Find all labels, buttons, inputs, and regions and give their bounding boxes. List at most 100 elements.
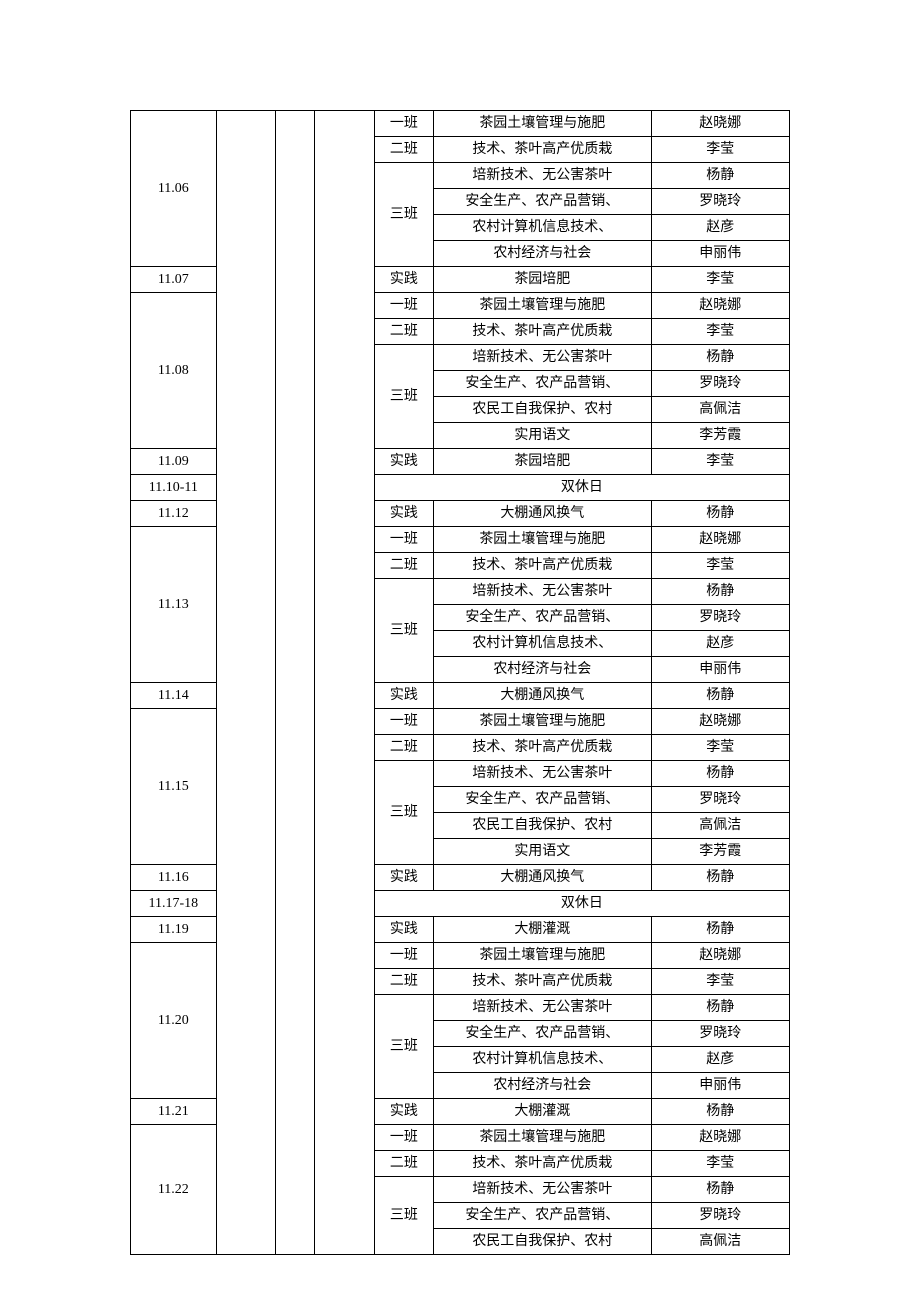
class-cell: 一班 bbox=[374, 527, 433, 553]
class-cell: 二班 bbox=[374, 553, 433, 579]
teacher-cell: 高佩洁 bbox=[651, 813, 789, 839]
schedule-table: 11.06一班茶园土壤管理与施肥赵晓娜二班技术、茶叶高产优质栽李莹三班培新技术、… bbox=[130, 110, 790, 1255]
schedule-body: 11.06一班茶园土壤管理与施肥赵晓娜二班技术、茶叶高产优质栽李莹三班培新技术、… bbox=[131, 111, 790, 1255]
subject-cell: 茶园土壤管理与施肥 bbox=[434, 943, 651, 969]
class-cell: 三班 bbox=[374, 761, 433, 865]
subject-cell: 安全生产、农产品营销、 bbox=[434, 371, 651, 397]
subject-cell: 安全生产、农产品营销、 bbox=[434, 1021, 651, 1047]
class-cell: 实践 bbox=[374, 865, 433, 891]
blank-column bbox=[216, 111, 275, 1255]
date-cell: 11.14 bbox=[131, 683, 217, 709]
teacher-cell: 赵彦 bbox=[651, 1047, 789, 1073]
teacher-cell: 罗晓玲 bbox=[651, 371, 789, 397]
subject-cell: 茶园土壤管理与施肥 bbox=[434, 709, 651, 735]
date-cell: 11.12 bbox=[131, 501, 217, 527]
teacher-cell: 李莹 bbox=[651, 319, 789, 345]
teacher-cell: 申丽伟 bbox=[651, 241, 789, 267]
teacher-cell: 杨静 bbox=[651, 995, 789, 1021]
subject-cell: 培新技术、无公害茶叶 bbox=[434, 163, 651, 189]
class-cell: 二班 bbox=[374, 969, 433, 995]
subject-cell: 农村经济与社会 bbox=[434, 657, 651, 683]
teacher-cell: 杨静 bbox=[651, 345, 789, 371]
teacher-cell: 罗晓玲 bbox=[651, 1021, 789, 1047]
date-cell: 11.09 bbox=[131, 449, 217, 475]
subject-cell: 大棚通风换气 bbox=[434, 865, 651, 891]
teacher-cell: 李莹 bbox=[651, 1151, 789, 1177]
subject-cell: 农村经济与社会 bbox=[434, 241, 651, 267]
table-row: 11.06一班茶园土壤管理与施肥赵晓娜 bbox=[131, 111, 790, 137]
subject-cell: 农村经济与社会 bbox=[434, 1073, 651, 1099]
teacher-cell: 杨静 bbox=[651, 761, 789, 787]
class-cell: 一班 bbox=[374, 943, 433, 969]
subject-cell: 农村计算机信息技术、 bbox=[434, 215, 651, 241]
document-page: 11.06一班茶园土壤管理与施肥赵晓娜二班技术、茶叶高产优质栽李莹三班培新技术、… bbox=[0, 0, 920, 1302]
teacher-cell: 杨静 bbox=[651, 579, 789, 605]
teacher-cell: 罗晓玲 bbox=[651, 787, 789, 813]
subject-cell: 农村计算机信息技术、 bbox=[434, 1047, 651, 1073]
subject-cell: 安全生产、农产品营销、 bbox=[434, 787, 651, 813]
teacher-cell: 赵晓娜 bbox=[651, 1125, 789, 1151]
class-cell: 实践 bbox=[374, 1099, 433, 1125]
class-cell: 实践 bbox=[374, 449, 433, 475]
teacher-cell: 李芳霞 bbox=[651, 839, 789, 865]
date-cell: 11.20 bbox=[131, 943, 217, 1099]
subject-cell: 实用语文 bbox=[434, 423, 651, 449]
subject-cell: 茶园土壤管理与施肥 bbox=[434, 527, 651, 553]
subject-cell: 农民工自我保护、农村 bbox=[434, 813, 651, 839]
class-cell: 三班 bbox=[374, 1177, 433, 1255]
subject-cell: 安全生产、农产品营销、 bbox=[434, 189, 651, 215]
date-cell: 11.15 bbox=[131, 709, 217, 865]
subject-cell: 培新技术、无公害茶叶 bbox=[434, 1177, 651, 1203]
subject-cell: 大棚灌溉 bbox=[434, 917, 651, 943]
class-cell: 实践 bbox=[374, 683, 433, 709]
holiday-cell: 双休日 bbox=[374, 891, 789, 917]
class-cell: 三班 bbox=[374, 345, 433, 449]
subject-cell: 技术、茶叶高产优质栽 bbox=[434, 735, 651, 761]
class-cell: 三班 bbox=[374, 163, 433, 267]
blank-column bbox=[315, 111, 374, 1255]
subject-cell: 农民工自我保护、农村 bbox=[434, 397, 651, 423]
subject-cell: 安全生产、农产品营销、 bbox=[434, 1203, 651, 1229]
subject-cell: 大棚通风换气 bbox=[434, 683, 651, 709]
date-cell: 11.10-11 bbox=[131, 475, 217, 501]
teacher-cell: 杨静 bbox=[651, 683, 789, 709]
class-cell: 二班 bbox=[374, 137, 433, 163]
teacher-cell: 李莹 bbox=[651, 449, 789, 475]
subject-cell: 茶园培肥 bbox=[434, 267, 651, 293]
teacher-cell: 李莹 bbox=[651, 137, 789, 163]
date-cell: 11.19 bbox=[131, 917, 217, 943]
date-cell: 11.21 bbox=[131, 1099, 217, 1125]
subject-cell: 技术、茶叶高产优质栽 bbox=[434, 1151, 651, 1177]
teacher-cell: 赵晓娜 bbox=[651, 293, 789, 319]
subject-cell: 茶园土壤管理与施肥 bbox=[434, 293, 651, 319]
date-cell: 11.13 bbox=[131, 527, 217, 683]
class-cell: 一班 bbox=[374, 293, 433, 319]
teacher-cell: 赵彦 bbox=[651, 215, 789, 241]
subject-cell: 技术、茶叶高产优质栽 bbox=[434, 319, 651, 345]
subject-cell: 茶园土壤管理与施肥 bbox=[434, 111, 651, 137]
teacher-cell: 赵晓娜 bbox=[651, 943, 789, 969]
subject-cell: 茶园土壤管理与施肥 bbox=[434, 1125, 651, 1151]
class-cell: 二班 bbox=[374, 319, 433, 345]
blank-column bbox=[275, 111, 315, 1255]
class-cell: 三班 bbox=[374, 579, 433, 683]
subject-cell: 培新技术、无公害茶叶 bbox=[434, 345, 651, 371]
teacher-cell: 李莹 bbox=[651, 969, 789, 995]
subject-cell: 技术、茶叶高产优质栽 bbox=[434, 969, 651, 995]
date-cell: 11.06 bbox=[131, 111, 217, 267]
teacher-cell: 李莹 bbox=[651, 553, 789, 579]
class-cell: 二班 bbox=[374, 735, 433, 761]
date-cell: 11.07 bbox=[131, 267, 217, 293]
subject-cell: 茶园培肥 bbox=[434, 449, 651, 475]
subject-cell: 农村计算机信息技术、 bbox=[434, 631, 651, 657]
teacher-cell: 赵晓娜 bbox=[651, 527, 789, 553]
class-cell: 二班 bbox=[374, 1151, 433, 1177]
class-cell: 三班 bbox=[374, 995, 433, 1099]
teacher-cell: 杨静 bbox=[651, 501, 789, 527]
teacher-cell: 申丽伟 bbox=[651, 1073, 789, 1099]
teacher-cell: 杨静 bbox=[651, 865, 789, 891]
subject-cell: 农民工自我保护、农村 bbox=[434, 1229, 651, 1255]
date-cell: 11.17-18 bbox=[131, 891, 217, 917]
teacher-cell: 杨静 bbox=[651, 1099, 789, 1125]
subject-cell: 实用语文 bbox=[434, 839, 651, 865]
